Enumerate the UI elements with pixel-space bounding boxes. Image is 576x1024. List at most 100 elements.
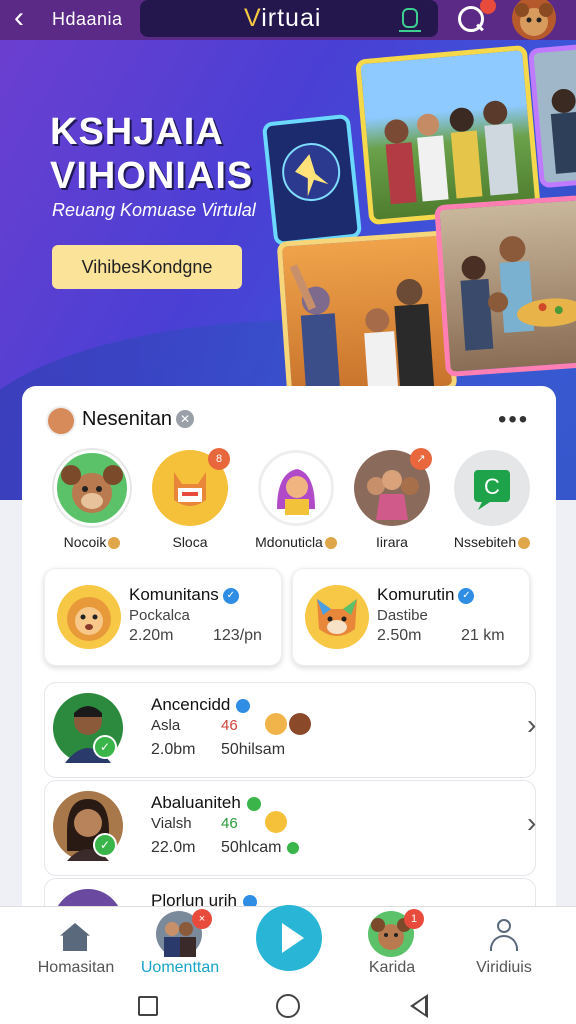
story-label: Nssebiteh <box>440 534 544 550</box>
online-check-icon: ✓ <box>93 735 117 759</box>
verified-dot-icon <box>324 537 337 550</box>
story-item[interactable]: C Nssebiteh <box>454 450 531 550</box>
community-sub: Pockalca <box>129 607 190 624</box>
hero-dancer-photo <box>261 113 363 247</box>
back-arrow-icon[interactable]: ‹ <box>14 2 44 36</box>
story-badge: ↗ <box>410 448 432 470</box>
list-item-name-text: Ancencidd <box>151 695 231 714</box>
story-avatar: 8 <box>152 448 230 526</box>
hero-heading: KSHJAIA VIHONIAIS <box>50 110 253 198</box>
hero-group-field-photo <box>355 44 541 226</box>
notification-badge <box>480 0 496 14</box>
list-item-stat2: 50hilsam <box>221 741 286 758</box>
list-item-stat1: 22.0m <box>151 839 196 856</box>
story-avatar <box>258 450 334 526</box>
profile-avatar[interactable] <box>512 0 556 40</box>
nav-home-label: Homasitan <box>37 959 115 976</box>
section-avatar <box>46 406 76 436</box>
nav-karida-label: Karida <box>368 959 416 976</box>
home-circle-icon[interactable] <box>276 994 300 1018</box>
hero-heading-line2: VIHONIAIS <box>50 155 254 197</box>
content-card: Nesenitan ✕ ••• Nocoik 8 Sloca Mdonuticl… <box>22 386 556 959</box>
story-avatar <box>54 450 130 526</box>
top-title: Hdaania <box>52 9 123 29</box>
story-label-text: Mdonuticla <box>255 534 323 550</box>
community-card[interactable]: Komunitans ✓ Pockalca 2.20m 123/pn <box>44 568 282 666</box>
story-item[interactable]: Mdonuticla <box>255 450 337 550</box>
hero-cta-button[interactable]: VihibesKondgne <box>52 245 242 289</box>
bear-emoji-icon <box>289 713 311 735</box>
list-item-name: Ancencidd <box>151 695 251 715</box>
brand-logo: Virtuai <box>244 4 321 33</box>
karida-badge: 1 <box>404 909 424 929</box>
user-icon <box>490 919 518 951</box>
story-badge: 8 <box>208 448 230 470</box>
verified-check-icon: ✓ <box>222 587 239 604</box>
brand-rest: irtuai <box>261 4 322 32</box>
story-item[interactable]: ↗ Iirara <box>354 448 432 550</box>
community-card[interactable]: Komurutin ✓ Dastibe 2.50m 21 km <box>292 568 530 666</box>
list-item-count: 46 <box>221 717 238 734</box>
hero-celebration-photo <box>276 230 458 402</box>
list-item-sub: Asla <box>151 717 181 734</box>
hero-family-food-photo <box>434 194 576 378</box>
verified-check-icon: ✓ <box>458 587 475 604</box>
list-item-sub: Vialsh <box>151 815 192 832</box>
community-name: Komurutin ✓ <box>377 585 475 605</box>
story-label-text: Nocoik <box>63 534 107 550</box>
hero-subtitle: Reuang Komuase Virtulal <box>52 200 256 220</box>
list-item[interactable]: ✓ Ancencidd Asla 46 2.0bm 50hilsam › <box>44 682 536 778</box>
story-avatar: ↗ <box>354 448 432 526</box>
story-item[interactable]: Nocoik <box>54 450 130 550</box>
top-bar: ‹ Hdaania Virtuai <box>0 0 576 40</box>
verified-icon <box>287 841 300 854</box>
list-item-stat2-text: 50hlcam <box>221 839 282 856</box>
community-stat-members: 2.50m <box>377 627 422 644</box>
verified-dot-icon <box>108 537 121 550</box>
list-item-stat1: 2.0bm <box>151 741 196 758</box>
nav-comments-label: Uomenttan <box>140 959 220 976</box>
list-item-name-text: Abaluaniteh <box>151 793 241 812</box>
more-options-icon[interactable]: ••• <box>498 406 529 434</box>
community-fox-icon <box>305 585 369 649</box>
back-triangle-icon[interactable] <box>410 994 428 1018</box>
system-navigation-bar <box>0 986 576 1024</box>
bottom-navigation: Homasitan × Uomenttan 1 Karida Viridiuis <box>0 905 576 986</box>
community-name-text: Komunitans <box>129 585 219 604</box>
close-icon[interactable]: ✕ <box>176 410 194 428</box>
cat-emoji-icon <box>265 811 287 833</box>
play-button[interactable] <box>256 905 322 971</box>
list-item-name: Abaluaniteh <box>151 793 261 813</box>
recent-apps-icon[interactable] <box>138 996 158 1016</box>
community-stat-distance: 21 km <box>461 627 505 644</box>
story-label: Nocoik <box>40 534 144 550</box>
community-lion-icon <box>57 585 121 649</box>
svg-text:C: C <box>484 474 500 499</box>
community-name-text: Komurutin <box>377 585 455 604</box>
section-title: Nesenitan <box>82 408 173 430</box>
hero-heading-line1: KSHJAIA <box>50 111 224 153</box>
verified-icon <box>246 796 261 811</box>
mic-icon[interactable] <box>399 8 421 32</box>
lion-emoji-icon <box>265 713 287 735</box>
verified-dot-icon <box>518 537 531 550</box>
community-name: Komunitans ✓ <box>129 585 239 605</box>
story-label: Sloca <box>172 534 208 550</box>
story-label-text: Nssebiteh <box>453 534 517 550</box>
nav-profile-label: Viridiuis <box>476 959 532 976</box>
story-label: Iirara <box>376 534 408 550</box>
community-stat-distance: 123/pn <box>213 627 262 644</box>
chevron-right-icon[interactable]: › <box>527 807 536 839</box>
comments-badge: × <box>192 909 212 929</box>
chevron-right-icon[interactable]: › <box>527 709 536 741</box>
home-icon <box>60 923 90 951</box>
community-sub: Dastibe <box>377 607 428 624</box>
online-check-icon: ✓ <box>93 833 117 857</box>
story-avatar: C <box>454 450 530 526</box>
list-item-count: 46 <box>221 815 238 832</box>
community-stat-members: 2.20m <box>129 627 174 644</box>
story-item[interactable]: 8 Sloca <box>152 448 230 550</box>
list-item[interactable]: ✓ Abaluaniteh Vialsh 46 22.0m 50hlcam › <box>44 780 536 876</box>
list-item-stat2: 50hlcam <box>221 839 300 857</box>
brand-letter: V <box>244 4 262 32</box>
